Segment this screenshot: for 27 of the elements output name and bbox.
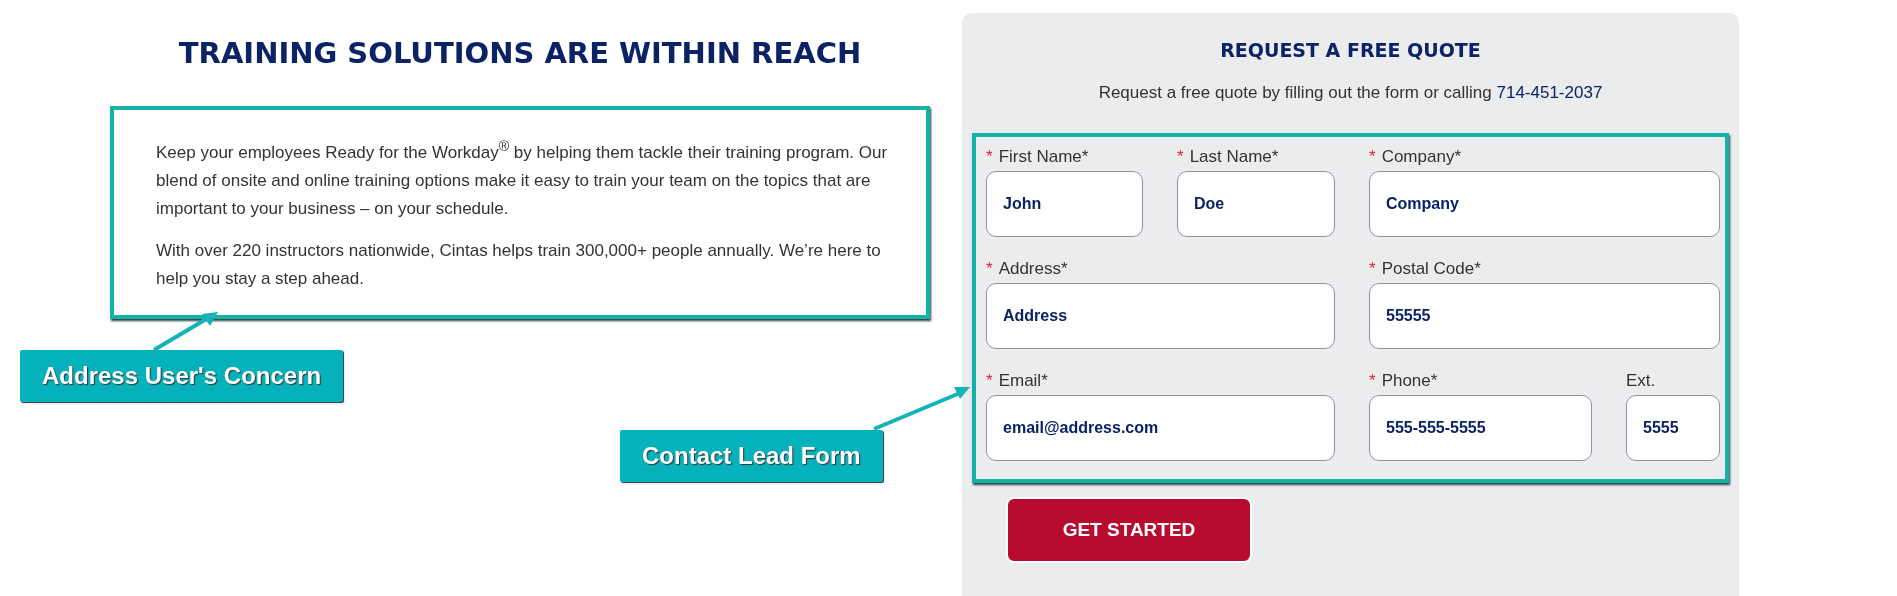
form-subtitle: Request a free quote by filling out the form or calling 714-451-2037 — [1097, 83, 1604, 103]
field-label: Ext. — [1626, 371, 1657, 391]
get-started-button[interactable]: GET STARTED — [1006, 497, 1252, 563]
annotation-label: Address User's Concern — [20, 350, 344, 402]
arrow-icon — [872, 385, 972, 431]
arrow-icon — [152, 310, 220, 352]
intro-paragraph: Keep your employees Ready for the Workday$^{®}$ by helping them tackle their training program. Our blend of onsite and online training options make it easy to train your team on the topics that are important to your business – on your schedule. — [156, 137, 889, 220]
form-title: REQUEST A FREE QUOTE — [1219, 39, 1482, 61]
input-field[interactable]: John — [986, 171, 1143, 237]
annotation-label: Contact Lead Form — [620, 430, 883, 482]
phone-link[interactable]: 714-451-2037 — [1496, 83, 1603, 102]
field-label: * Phone* — [1369, 371, 1439, 391]
field-label: * Company* — [1369, 147, 1462, 167]
field-label: * Last Name* — [1177, 147, 1280, 167]
input-field[interactable]: Company — [1369, 171, 1720, 237]
field-label: * Postal Code* — [1369, 259, 1482, 279]
input-field[interactable]: 5555 — [1626, 395, 1720, 461]
field-label: * Address* — [986, 259, 1069, 279]
input-field[interactable]: Address — [986, 283, 1335, 349]
input-field[interactable]: 555-555-5555 — [1369, 395, 1592, 461]
input-field[interactable]: 55555 — [1369, 283, 1720, 349]
input-field[interactable]: email@address.com — [986, 395, 1335, 461]
intro-paragraph: With over 220 instructors nationwide, Cintas helps train 300,000+ people annually. We’re here to help you stay a step ahead. — [156, 239, 882, 290]
field-label: * Email* — [986, 371, 1049, 391]
field-label: * First Name* — [986, 147, 1090, 167]
input-field[interactable]: Doe — [1177, 171, 1335, 237]
section-heading: TRAINING SOLUTIONS ARE WITHIN REACH — [177, 36, 863, 70]
